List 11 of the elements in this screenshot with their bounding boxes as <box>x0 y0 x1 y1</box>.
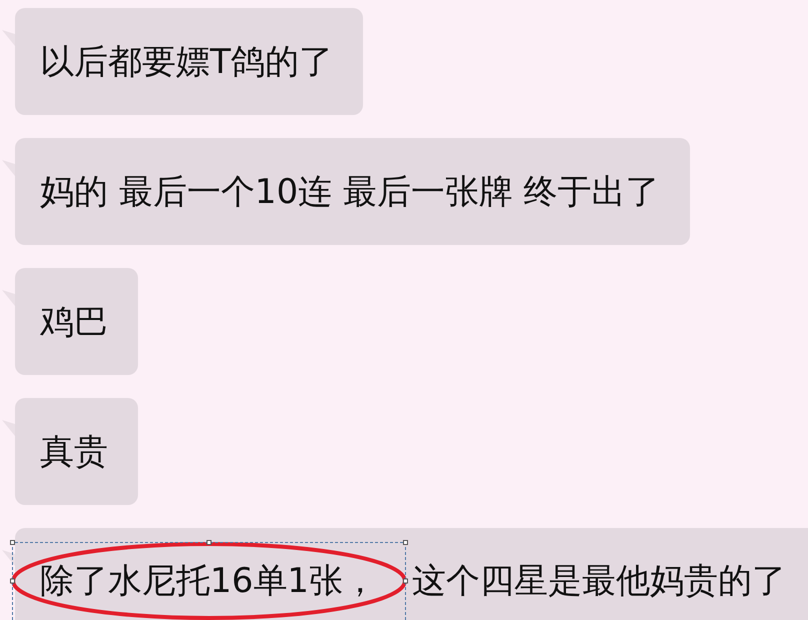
resize-handle[interactable] <box>206 540 212 545</box>
resize-handle[interactable] <box>403 578 408 584</box>
resize-handle[interactable] <box>10 578 15 584</box>
resize-handle[interactable] <box>10 540 15 545</box>
message-text: 真贵 <box>40 434 108 470</box>
message-text: 鸡巴 <box>40 304 108 340</box>
message-text: 妈的 最后一个10连 最后一张牌 终于出了 <box>40 174 660 210</box>
message-text: 以后都要嫖T鸽的了 <box>40 44 333 80</box>
message-text: 这个四星是最他妈贵的了 <box>412 563 786 599</box>
resize-handle[interactable] <box>403 540 408 545</box>
message-text: 除了水尼托16单1张， <box>40 563 377 599</box>
